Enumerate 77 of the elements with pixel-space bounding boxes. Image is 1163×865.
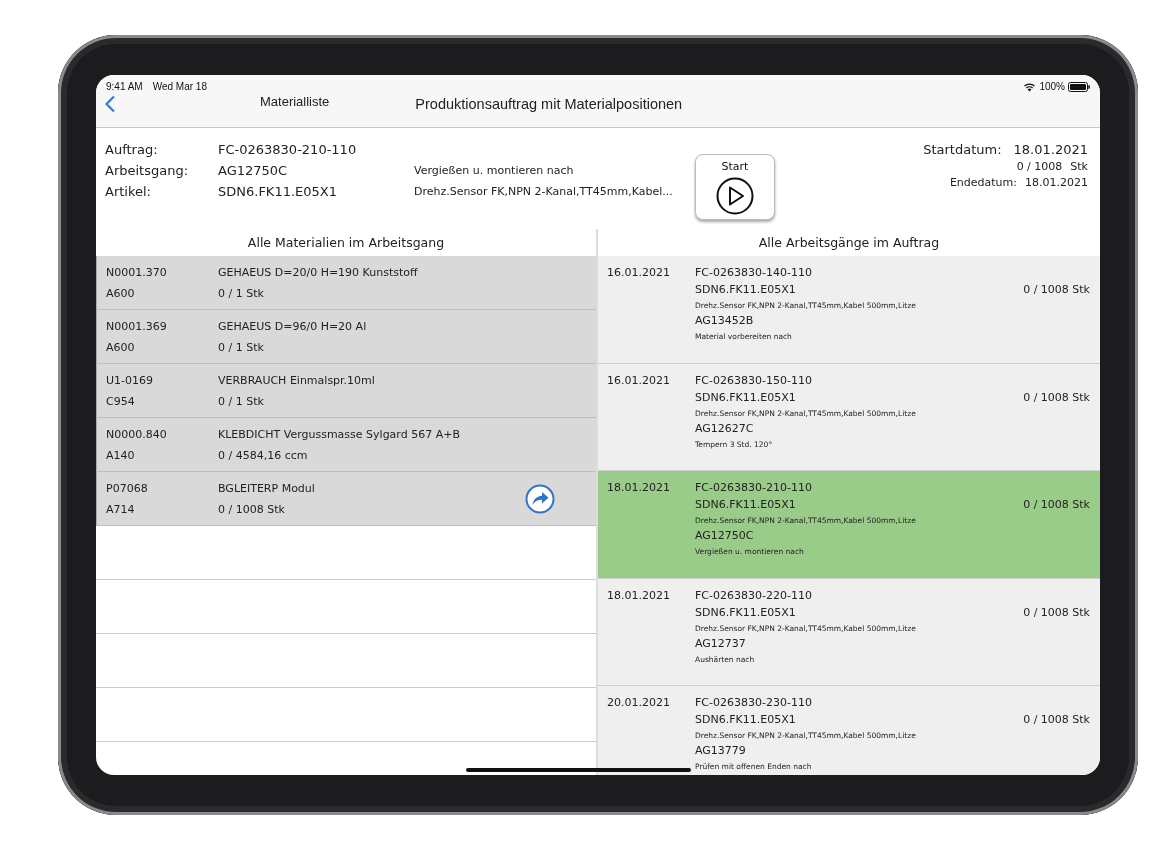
operation-code: AG12750C <box>695 529 755 543</box>
article-number: SDN6.FK11.E05X1 <box>695 605 796 620</box>
back-icon <box>104 95 116 113</box>
material-quantity: 0 / 1 Stk <box>218 340 265 354</box>
operation-quantity: 0 / 1008 Stk <box>1023 605 1090 620</box>
forward-button[interactable] <box>525 483 555 514</box>
material-code: U1-0169 <box>106 373 154 387</box>
operation-date: 18.01.2021 <box>607 481 671 496</box>
operation-code: AG12627C <box>695 421 755 436</box>
article-number: SDN6.FK11.E05X1 <box>695 498 796 512</box>
field-note: Vergießen u. montieren nach <box>414 164 575 177</box>
material-quantity: 0 / 4584,16 ccm <box>218 448 309 462</box>
material-row[interactable]: U1-0169 VERBRAUCH Einmalspr.10ml C954 0 / 1 Stk <box>96 364 596 418</box>
material-name: KLEBDICHT Vergussmasse Sylgard 567 A+B <box>218 427 461 441</box>
article-number: SDN6.FK11.E05X1 <box>695 713 796 727</box>
field-label: Arbeitsgang: <box>105 163 190 178</box>
section-title: Alle Arbeitsgänge im Auftrag <box>757 234 941 252</box>
back-label[interactable]: Materialliste <box>260 93 330 109</box>
order-number: FC-0263830-140-110 <box>695 266 813 280</box>
order-number: FC-0263830-230-110 <box>695 696 813 710</box>
operation-quantity: 0 / 1008 Stk <box>1023 498 1090 512</box>
operation-quantity: 0 / 1008 Stk <box>1023 390 1090 405</box>
operation-code: AG13452B <box>695 314 755 328</box>
field-value: AG12750C <box>218 163 289 178</box>
operation-date: 20.01.2021 <box>607 696 671 711</box>
material-location: A600 <box>106 340 136 354</box>
material-quantity: 0 / 1 Stk <box>218 286 265 300</box>
operation-code: AG12737 <box>695 636 747 651</box>
material-row[interactable]: P07068 BGLEITERP Modul A714 0 / 1008 Stk <box>96 472 596 526</box>
operation-quantity: 0 / 1008 Stk <box>1023 713 1090 727</box>
quantity: 0 / 1008 <box>1016 160 1063 173</box>
end-date-label: Endedatum: <box>949 176 1017 189</box>
field-note: Drehz.Sensor FK,NPN 2-Kanal,TT45mm,Kabel... <box>414 185 674 198</box>
start-date-label: Startdatum: <box>923 142 1002 157</box>
material-location: A714 <box>106 502 136 516</box>
order-number: FC-0263830-210-110 <box>695 481 813 495</box>
material-name: VERBRAUCH Einmalspr.10ml <box>218 373 376 387</box>
material-name: GEHAEUS D=96/0 H=20 Al <box>218 319 368 333</box>
material-row[interactable]: N0000.840 KLEBDICHT Vergussmasse Sylgard 567 A+B A140 0 / 4584,16 ccm <box>96 418 596 472</box>
operation-date: 16.01.2021 <box>607 373 671 389</box>
material-code: P07068 <box>106 481 149 495</box>
article-number: SDN6.FK11.E05X1 <box>695 283 796 297</box>
field-value: FC-0263830-210-110 <box>218 142 358 157</box>
battery-percent: 100% <box>1039 81 1065 92</box>
material-location: A600 <box>106 286 136 300</box>
end-date: 18.01.2021 <box>1025 176 1088 189</box>
play-icon <box>716 177 754 215</box>
section-title: Alle Materialien im Arbeitsgang <box>246 234 446 252</box>
material-row[interactable]: N0001.370 GEHAEUS D=20/0 H=190 Kunststoff A600 0 / 1 Stk <box>96 256 596 310</box>
status-time: 9:41 AM <box>106 81 143 92</box>
material-name: GEHAEUS D=20/0 H=190 Kunststoff <box>218 265 419 279</box>
start-date: 18.01.2021 <box>1013 142 1088 157</box>
operation-date: 16.01.2021 <box>607 266 671 281</box>
material-quantity: 0 / 1008 Stk <box>218 502 286 516</box>
wifi-icon <box>1023 81 1037 92</box>
field-label: Artikel: <box>105 184 152 199</box>
operation-code: AG13779 <box>695 744 747 758</box>
unit: Stk <box>1070 160 1088 173</box>
material-name: BGLEITERP Modul <box>218 481 316 495</box>
operation-date: 18.01.2021 <box>607 588 671 604</box>
material-row[interactable]: N0001.369 GEHAEUS D=96/0 H=20 Al A600 0 / 1 Stk <box>96 310 596 364</box>
field-value: SDN6.FK11.E05X1 <box>218 184 338 199</box>
battery-icon <box>1068 81 1090 92</box>
material-location: A140 <box>106 448 136 462</box>
material-code: N0001.369 <box>106 319 168 333</box>
material-code: N0000.840 <box>106 427 168 441</box>
material-location: C954 <box>106 394 136 408</box>
operation-quantity: 0 / 1008 Stk <box>1023 283 1090 297</box>
field-label: Auftrag: <box>105 142 159 157</box>
order-number: FC-0263830-150-110 <box>695 373 813 388</box>
material-quantity: 0 / 1 Stk <box>218 394 265 408</box>
order-number: FC-0263830-220-110 <box>695 588 813 603</box>
screen-title: Produktionsauftrag mit Materialpositionen <box>415 96 683 112</box>
status-date: Wed Mar 18 <box>152 81 207 92</box>
start-button[interactable]: Start <box>695 154 775 220</box>
material-code: N0001.370 <box>106 265 168 279</box>
article-number: SDN6.FK11.E05X1 <box>695 390 796 405</box>
